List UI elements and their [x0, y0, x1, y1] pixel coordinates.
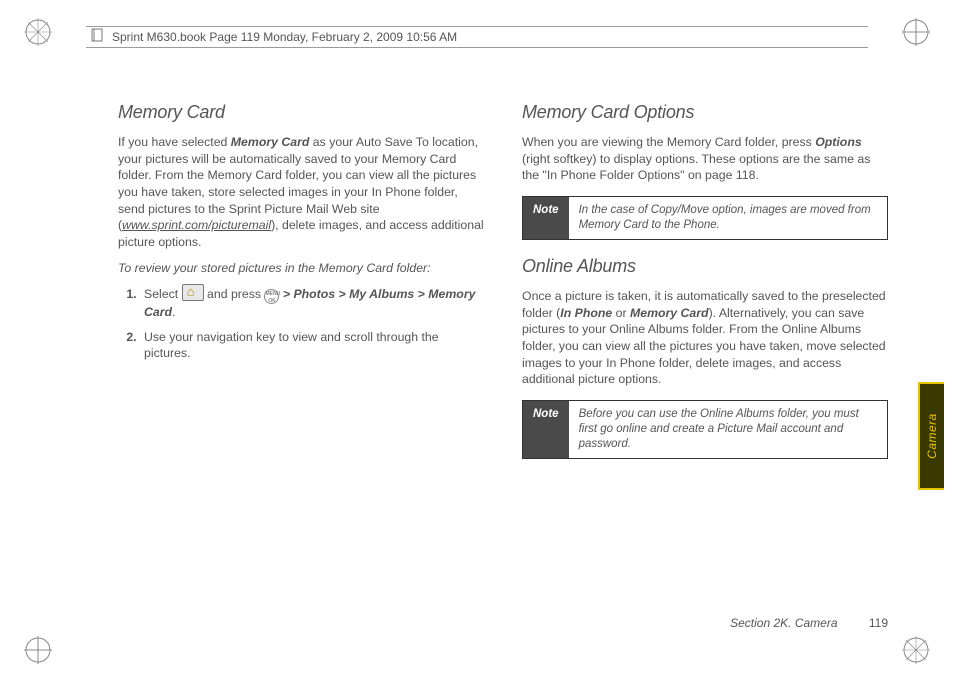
step-2: Use your navigation key to view and scro… — [140, 329, 484, 362]
crop-mark-icon — [902, 18, 930, 46]
header-text: Sprint M630.book Page 119 Monday, Februa… — [112, 28, 457, 46]
heading-memory-card-options: Memory Card Options — [522, 100, 888, 124]
note-body: In the case of Copy/Move option, images … — [569, 197, 887, 239]
page-icon — [90, 28, 104, 47]
crop-mark-icon — [24, 636, 52, 664]
home-key-icon — [182, 284, 204, 301]
page-number: 119 — [869, 616, 888, 630]
section-tab: Camera — [918, 382, 944, 490]
footer-section: Section 2K. Camera — [730, 616, 837, 630]
note-box: Note Before you can use the Online Album… — [522, 400, 888, 459]
page-footer: Section 2K. Camera 119 — [730, 616, 888, 630]
left-column: Memory Card If you have selected Memory … — [118, 100, 484, 473]
heading-online-albums: Online Albums — [522, 254, 888, 278]
note-label: Note — [523, 401, 569, 458]
paragraph: When you are viewing the Memory Card fol… — [522, 134, 888, 184]
crop-mark-icon — [902, 636, 930, 664]
paragraph: If you have selected Memory Card as your… — [118, 134, 484, 250]
note-label: Note — [523, 197, 569, 239]
page-body: Memory Card If you have selected Memory … — [118, 100, 888, 642]
subheading: To review your stored pictures in the Me… — [118, 260, 484, 277]
framemaker-header: Sprint M630.book Page 119 Monday, Februa… — [86, 26, 868, 48]
section-tab-label: Camera — [925, 413, 939, 459]
heading-memory-card: Memory Card — [118, 100, 484, 124]
crop-mark-icon — [24, 18, 52, 46]
right-column: Memory Card Options When you are viewing… — [522, 100, 888, 473]
step-1: Select and press MENU OK > Photos > My A… — [140, 285, 484, 321]
steps-list: Select and press MENU OK > Photos > My A… — [118, 285, 484, 362]
paragraph: Once a picture is taken, it is automatic… — [522, 288, 888, 388]
note-box: Note In the case of Copy/Move option, im… — [522, 196, 888, 240]
note-body: Before you can use the Online Albums fol… — [569, 401, 887, 458]
menu-ok-key-icon: MENU OK — [264, 289, 279, 304]
